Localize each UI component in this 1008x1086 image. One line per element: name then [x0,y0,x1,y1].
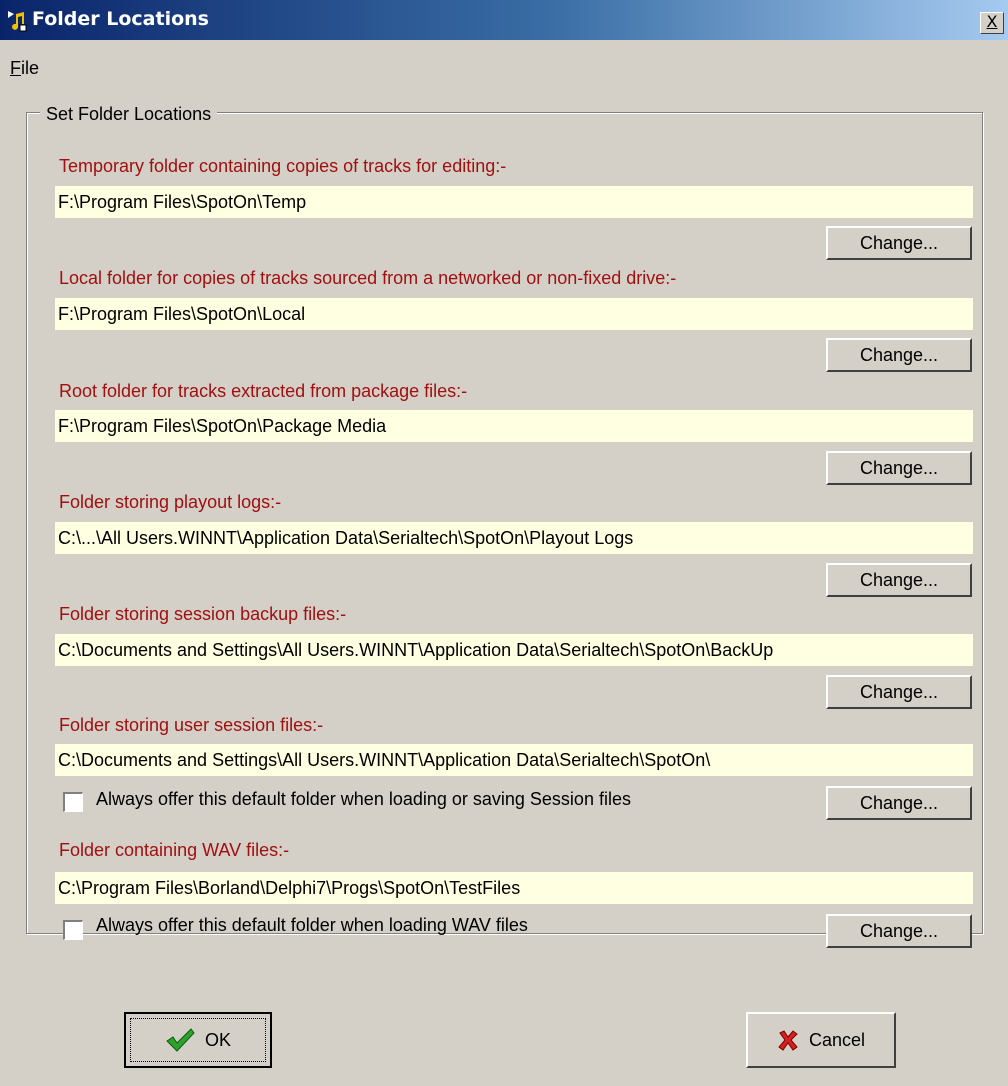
wav-folder-field[interactable]: C:\Program Files\Borland\Delphi7\Progs\S… [55,872,973,904]
title-bar[interactable]: Folder Locations X [0,0,1008,40]
user-session-label: Folder storing user session files:- [59,715,324,735]
playout-logs-change-button[interactable]: Change... [826,563,972,597]
session-backup-change-button[interactable]: Change... [826,675,972,709]
group-title: Set Folder Locations [40,104,218,125]
folder-locations-dialog: Folder Locations X File Set Folder Locat… [0,0,1008,1086]
wav-folder-change-button[interactable]: Change... [826,914,972,948]
cancel-button[interactable]: Cancel [746,1012,896,1068]
red-x-icon [778,1030,798,1051]
package-folder-field[interactable]: F:\Program Files\SpotOn\Package Media [55,410,973,442]
close-icon: X [986,12,998,31]
ok-button[interactable]: OK [124,1012,272,1068]
session-default-checkbox-label[interactable]: Always offer this default folder when lo… [96,789,631,810]
local-folder-label: Local folder for copies of tracks source… [59,268,677,288]
package-folder-label: Root folder for tracks extracted from pa… [59,381,468,401]
menu-file-label: ile [21,58,40,78]
temp-folder-change-button[interactable]: Change... [826,226,972,260]
temp-folder-field[interactable]: F:\Program Files\SpotOn\Temp [55,186,973,218]
session-backup-field[interactable]: C:\Documents and Settings\All Users.WINN… [55,634,973,666]
playout-logs-label: Folder storing playout logs:- [59,492,282,512]
wav-folder-label: Folder containing WAV files:- [59,840,290,860]
app-music-icon [8,11,27,32]
ok-label: OK [204,1029,231,1050]
close-button[interactable]: X [980,12,1004,34]
temp-folder-label: Temporary folder containing copies of tr… [59,156,507,176]
menu-file[interactable]: File [10,58,39,79]
session-default-checkbox[interactable] [63,792,83,812]
wav-default-checkbox-label[interactable]: Always offer this default folder when lo… [96,915,528,936]
user-session-field[interactable]: C:\Documents and Settings\All Users.WINN… [55,744,973,776]
wav-default-checkbox[interactable] [63,920,83,940]
playout-logs-field[interactable]: C:\...\All Users.WINNT\Application Data\… [55,522,973,554]
window-title: Folder Locations [32,8,209,30]
menu-file-accelerator: F [10,58,21,78]
checkmark-icon [166,1028,195,1052]
session-backup-label: Folder storing session backup files:- [59,604,347,624]
package-folder-change-button[interactable]: Change... [826,451,972,485]
user-session-change-button[interactable]: Change... [826,786,972,820]
local-folder-field[interactable]: F:\Program Files\SpotOn\Local [55,298,973,330]
cancel-label: Cancel [808,1029,866,1050]
local-folder-change-button[interactable]: Change... [826,338,972,372]
